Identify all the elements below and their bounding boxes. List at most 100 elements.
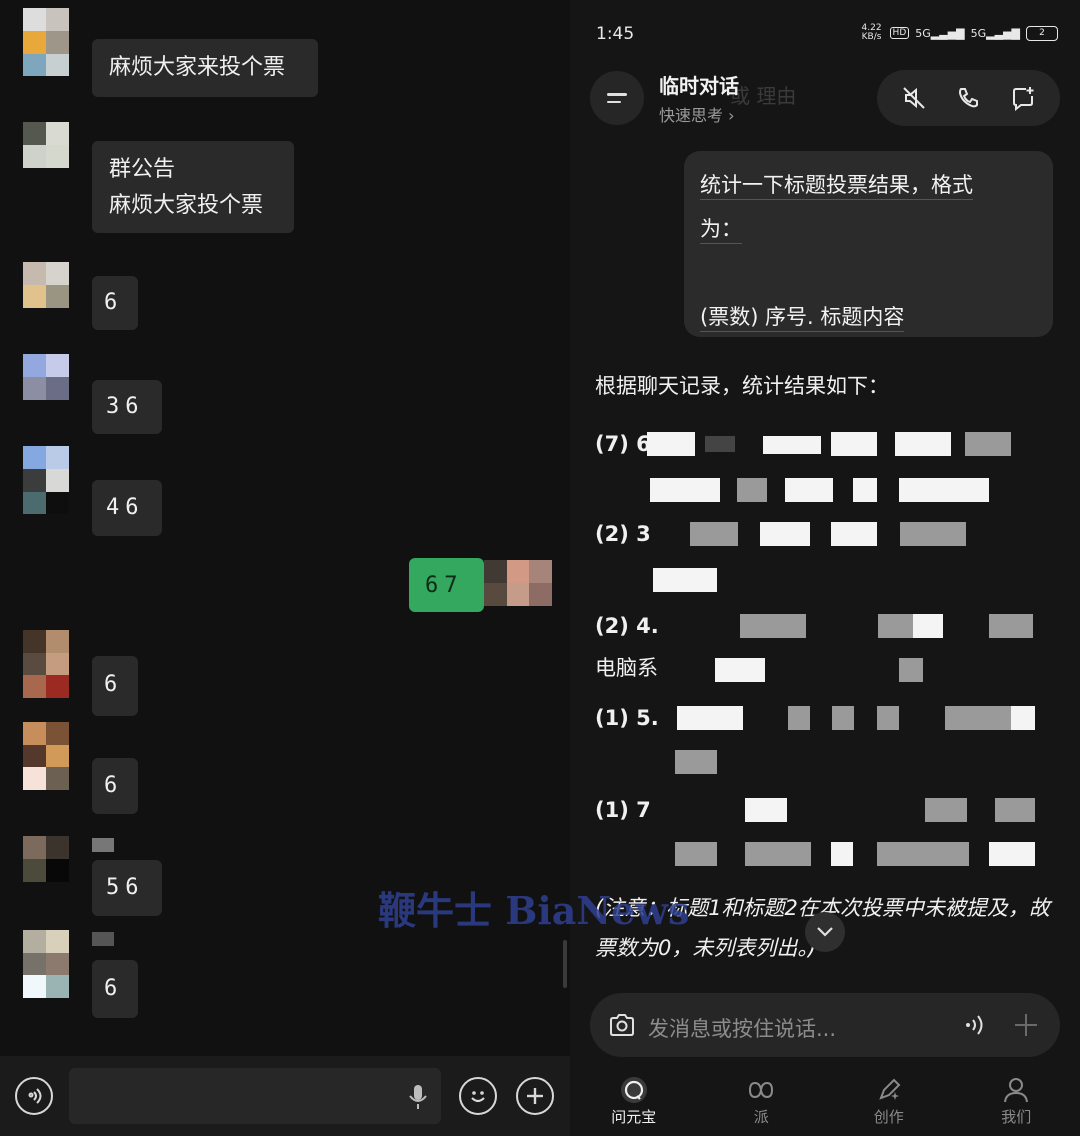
result-item: (1) 7 — [595, 798, 651, 822]
clock: 1:45 — [596, 24, 635, 44]
redaction-block — [675, 750, 717, 774]
scroll-to-bottom-button[interactable] — [805, 912, 845, 952]
chat-bubble[interactable]: 36 — [92, 380, 162, 434]
chat-title[interactable]: 临时对话 — [659, 70, 739, 99]
chat-bubble[interactable]: 46 — [92, 480, 162, 536]
redaction-block — [745, 798, 787, 822]
avatar[interactable] — [23, 722, 69, 790]
avatar[interactable] — [23, 354, 69, 400]
chat-bubble-announcement[interactable]: 群公告 麻烦大家投个票 — [92, 141, 294, 233]
chat-bubble[interactable]: 6 — [92, 758, 138, 814]
chat-bubble[interactable]: 6 — [92, 656, 138, 716]
message-input[interactable] — [69, 1068, 441, 1124]
hd-badge-icon: HD — [889, 27, 910, 39]
tab-pai[interactable]: 派 — [711, 1068, 811, 1136]
add-icon[interactable] — [516, 1077, 554, 1115]
redaction-block — [737, 478, 767, 502]
message-text: 46 — [106, 495, 145, 520]
ai-assistant-pane: 1:45 4.22 KB/s HD 5G▂▃▅▇ 5G▂▃▅▇ 2 或 理由 临… — [570, 0, 1080, 1136]
network-speed: 4.22 KB/s — [861, 23, 882, 42]
redaction-block — [705, 436, 735, 452]
redaction-block — [760, 522, 810, 546]
redaction-block — [715, 658, 765, 682]
header-actions — [877, 70, 1060, 126]
redaction-block — [831, 432, 877, 456]
mute-icon[interactable] — [901, 85, 927, 111]
redaction-block — [653, 568, 717, 592]
chat-bubble[interactable]: 56 — [92, 860, 162, 916]
chat-bubble-icon — [620, 1077, 647, 1103]
add-attachment-icon[interactable] — [1013, 1012, 1039, 1038]
emoji-icon[interactable] — [459, 1077, 497, 1115]
tab-wenyuanbao[interactable]: 问元宝 — [584, 1068, 684, 1136]
result-item-partial: 电脑系 — [595, 656, 658, 680]
redaction-block — [831, 842, 853, 866]
redaction-block — [832, 706, 854, 730]
redaction-block — [740, 614, 806, 638]
message-text: 56 — [106, 875, 145, 900]
redaction-block — [913, 614, 943, 638]
ai-reply-intro: 根据聊天记录，统计结果如下： — [595, 374, 889, 398]
avatar[interactable] — [23, 8, 69, 54]
self-avatar[interactable] — [484, 560, 552, 606]
ai-message-input[interactable]: 发消息或按住说话... — [590, 993, 1060, 1057]
message-text: 6 — [104, 672, 124, 697]
voice-mode-icon[interactable] — [15, 1077, 53, 1115]
watermark: 鞭牛士 BiaNews — [378, 888, 690, 933]
redaction-block — [831, 522, 877, 546]
message-text: 6 — [104, 773, 124, 798]
redaction-block — [785, 478, 833, 502]
redaction-block — [895, 432, 951, 456]
message-text: 36 — [106, 394, 145, 419]
name-redaction — [92, 932, 114, 946]
result-item: (2) 4. — [595, 614, 659, 638]
avatar[interactable] — [23, 630, 69, 698]
redaction-block — [945, 706, 1015, 730]
new-chat-icon[interactable] — [1010, 85, 1036, 111]
avatar[interactable] — [23, 836, 69, 882]
avatar[interactable] — [23, 122, 69, 168]
ghost-scrolled-text: 或 理由 — [730, 84, 797, 108]
message-text: 67 — [425, 573, 464, 598]
result-item: (1) 5. — [595, 706, 659, 730]
redaction-block — [650, 478, 720, 502]
chat-bubble[interactable]: 麻烦大家来投个票 — [92, 39, 318, 97]
redaction-block — [878, 614, 914, 638]
user-message-bubble[interactable]: 统计一下标题投票结果，格式 为： (票数) 序号. 标题内容 — [684, 151, 1053, 337]
infinity-icon — [749, 1081, 774, 1099]
redaction-block — [788, 706, 810, 730]
thinking-mode-selector[interactable]: 快速思考 › — [659, 102, 735, 126]
chat-input-bar — [0, 1056, 570, 1136]
input-placeholder: 发消息或按住说话... — [648, 1017, 837, 1041]
phone-icon[interactable] — [955, 85, 981, 111]
result-item: (2) 3 — [595, 522, 651, 546]
voice-input-icon[interactable] — [963, 1011, 987, 1039]
tab-me[interactable]: 我们 — [966, 1068, 1066, 1136]
avatar[interactable] — [23, 262, 69, 308]
pen-sparkle-icon — [879, 1078, 901, 1100]
avatar[interactable] — [23, 446, 69, 492]
redaction-block — [745, 842, 811, 866]
redaction-block — [675, 842, 717, 866]
tab-label: 创作 — [873, 1108, 904, 1126]
redaction-block — [989, 614, 1033, 638]
chat-bubble-self[interactable]: 67 — [409, 558, 484, 612]
tab-label: 派 — [753, 1108, 769, 1126]
avatar[interactable] — [23, 930, 69, 998]
announcement-text: 麻烦大家投个票 — [109, 193, 264, 218]
message-text: 麻烦大家来投个票 — [109, 55, 286, 80]
tab-label: 我们 — [1001, 1108, 1032, 1126]
camera-icon[interactable] — [608, 1012, 636, 1038]
chat-bubble[interactable]: 6 — [92, 960, 138, 1018]
result-item: (7) 6 — [595, 432, 651, 456]
user-message-line: 为： — [700, 217, 742, 244]
redaction-block — [763, 436, 821, 454]
microphone-icon[interactable] — [407, 1083, 429, 1111]
user-message-line: (票数) 序号. 标题内容 — [700, 305, 905, 332]
chat-bubble[interactable]: 6 — [92, 276, 138, 330]
bottom-tab-bar: 问元宝 派 创作 我们 — [570, 1068, 1080, 1136]
pane-divider-handle[interactable] — [563, 940, 567, 988]
message-text: 6 — [104, 290, 124, 315]
menu-button[interactable] — [590, 71, 644, 125]
tab-create[interactable]: 创作 — [839, 1068, 939, 1136]
